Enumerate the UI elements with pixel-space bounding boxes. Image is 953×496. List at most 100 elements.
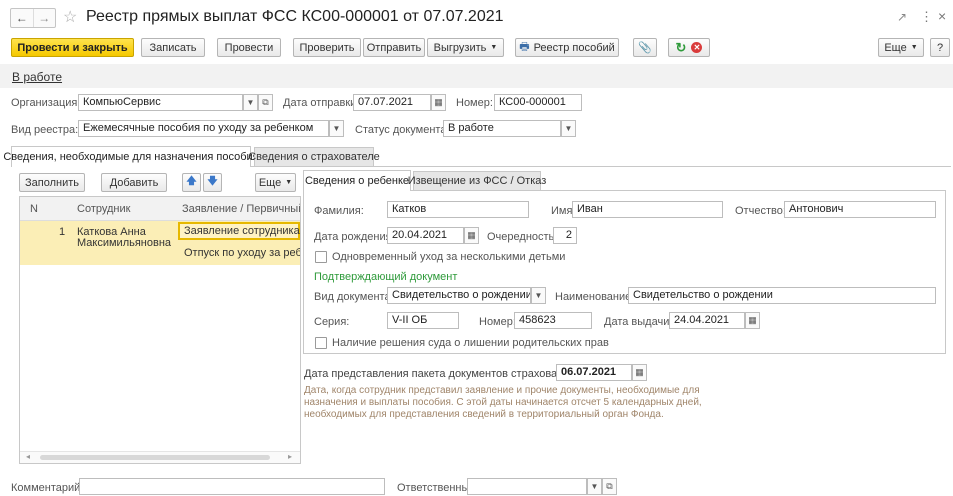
tab-assignment-info[interactable]: Сведения, необходимые для назначения пос… [3,146,259,167]
chevron-down-icon: ▼ [910,44,918,51]
chevron-down-icon: ▼ [285,179,293,186]
paperclip-icon: 📎 [638,42,652,54]
move-up-button[interactable]: 🡅 [182,173,201,192]
calendar-icon[interactable]: ▦ [464,227,479,244]
check-button[interactable]: Проверить [293,38,361,57]
registry-type-dropdown-button[interactable]: ▼ [329,120,344,137]
add-button[interactable]: Добавить [101,173,167,192]
fill-button[interactable]: Заполнить [19,173,85,192]
row-doc-line1: Заявление сотрудника на [184,225,300,237]
send-date-field[interactable]: 07.07.2021 [353,94,431,111]
send-date-label: Дата отправки: [283,97,360,109]
order-field[interactable]: 2 [553,227,577,244]
save-button[interactable]: Записать [141,38,205,57]
name-field[interactable]: Иван [572,201,723,218]
responsible-dropdown-button[interactable]: ▼ [587,478,602,495]
link-icon[interactable]: ↗ [897,10,907,24]
org-open-icon[interactable]: ⧉ [258,94,273,111]
status-strip [0,64,953,88]
tab-child-info[interactable]: Сведения о ребенке [303,170,411,191]
comment-label: Комментарий: [11,482,84,494]
more-label: Еще [884,41,907,54]
row-doc-line2: Отпуск по уходу за ребен [184,247,301,259]
arrow-up-icon: 🡅 [186,176,197,187]
row-number: 1 [59,226,66,238]
more-vert-icon[interactable]: ⋮ [920,9,933,25]
close-icon[interactable]: × [938,8,946,24]
refresh-icon[interactable]: ↻ [676,40,687,56]
col-header-document[interactable]: Заявление / Первичный д [182,203,300,215]
doc-status-label: Статус документа: [355,124,450,136]
arrow-down-icon: 🡇 [207,176,218,187]
doc-status-dropdown-button[interactable]: ▼ [561,120,576,137]
col-header-n[interactable]: N [30,203,38,215]
more-button[interactable]: Еще ▼ [878,38,924,57]
help-button[interactable]: ? [930,38,950,57]
number-label: Номер: [456,97,493,109]
calendar-icon[interactable]: ▦ [745,312,760,329]
patronymic-field[interactable]: Антонович [784,201,936,218]
cancel-icon[interactable]: ✕ [691,42,703,53]
comment-field[interactable] [79,478,385,495]
post-button[interactable]: Провести [217,38,281,57]
scrollbar-thumb[interactable] [40,455,270,460]
registry-button[interactable]: 🖶 Реестр пособий [515,38,619,57]
forward-arrow-icon[interactable]: → [34,9,56,27]
row-employee-line2: Максимильяновна [77,237,172,249]
doc-name-label: Наименование: [555,291,635,303]
horizontal-scrollbar[interactable]: ◂ ▸ [20,451,300,463]
patronymic-label: Отчество: [735,205,786,217]
order-label: Очередность: [487,231,558,243]
tab-fss-notice[interactable]: Извещение из ФСС / Отказ [408,171,546,190]
move-down-button[interactable]: 🡇 [203,173,222,192]
birth-date-field[interactable]: 20.04.2021 [387,227,464,244]
court-decision-checkbox[interactable] [315,337,327,349]
package-note-line2: назначения и выплаты пособия. С этой дат… [304,397,702,408]
doc-type-field[interactable]: Свидетельство о рождении [387,287,531,304]
registry-label: Реестр пособий [533,41,615,54]
export-button[interactable]: Выгрузить ▼ [427,38,504,57]
left-more-button[interactable]: Еще ▼ [255,173,296,192]
doc-number-field[interactable]: 458623 [514,312,592,329]
confirm-doc-header: Подтверждающий документ [314,271,458,283]
attach-button[interactable]: 📎 [633,38,657,57]
package-note-line1: Дата, когда сотрудник представил заявлен… [304,385,700,396]
surname-label: Фамилия: [314,205,364,217]
status-link[interactable]: В работе [12,70,62,84]
doc-number-label: Номер: [479,316,516,328]
doc-type-dropdown-button[interactable]: ▼ [531,287,546,304]
multi-care-checkbox[interactable] [315,251,327,263]
doc-status-field[interactable]: В работе [443,120,561,137]
package-date-field[interactable]: 06.07.2021 [556,364,632,381]
scroll-right-icon[interactable]: ▸ [288,452,292,461]
calendar-icon[interactable]: ▦ [431,94,446,111]
responsible-open-icon[interactable]: ⧉ [602,478,617,495]
doc-name-field[interactable]: Свидетельство о рождении [628,287,936,304]
registry-type-field[interactable]: Ежемесячные пособия по уходу за ребенком [78,120,329,137]
employees-table[interactable]: N Сотрудник Заявление / Первичный д 1 Ка… [19,196,301,464]
issue-date-field[interactable]: 24.04.2021 [669,312,745,329]
court-decision-label: Наличие решения суда о лишении родительс… [332,337,609,349]
col-header-employee[interactable]: Сотрудник [77,203,130,215]
package-note-line3: необходимых для представления сведений в… [304,409,664,420]
post-close-button[interactable]: Провести и закрыть [11,38,134,57]
nav-back-forward[interactable]: ← → [10,8,56,28]
back-arrow-icon[interactable]: ← [11,9,34,27]
scroll-left-icon[interactable]: ◂ [26,452,30,461]
responsible-field[interactable] [467,478,587,495]
window-title: Реестр прямых выплат ФСС КС00-000001 от … [86,8,504,25]
number-field[interactable]: КС00-000001 [494,94,582,111]
birth-date-label: Дата рождения: [314,231,395,243]
tab-insurer-info[interactable]: Сведения о страхователе [248,147,380,166]
org-field[interactable]: КомпьюСервис [78,94,243,111]
send-button[interactable]: Отправить [363,38,425,57]
calendar-icon[interactable]: ▦ [632,364,647,381]
refresh-cancel-group[interactable]: ↻ ✕ [668,38,710,57]
surname-field[interactable]: Катков [387,201,529,218]
export-label: Выгрузить [433,41,487,54]
org-dropdown-button[interactable]: ▼ [243,94,258,111]
registry-type-label: Вид реестра: [11,124,79,136]
series-field[interactable]: V-II ОБ [387,312,459,329]
doc-type-label: Вид документа: [314,291,394,303]
favorite-star-icon[interactable]: ☆ [63,7,77,27]
